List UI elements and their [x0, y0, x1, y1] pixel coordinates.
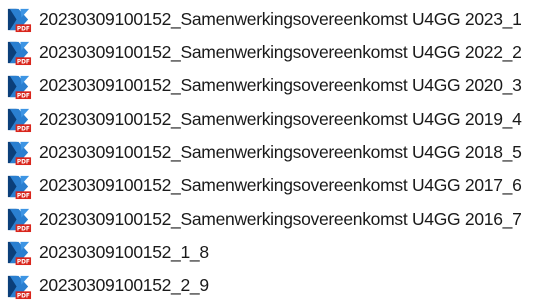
- kofax-pdf-file-icon: [5, 273, 32, 300]
- file-item[interactable]: 20230309100152_2_9: [5, 269, 552, 302]
- file-name: 20230309100152_Samenwerkingsovereenkomst…: [39, 142, 522, 163]
- kofax-pdf-file-icon: [5, 139, 32, 166]
- kofax-pdf-file-icon: [5, 39, 32, 66]
- kofax-pdf-file-icon: [5, 73, 32, 100]
- file-item[interactable]: 20230309100152_Samenwerkingsovereenkomst…: [5, 36, 552, 69]
- file-item[interactable]: 20230309100152_Samenwerkingsovereenkomst…: [5, 3, 552, 36]
- kofax-pdf-file-icon: [5, 6, 32, 33]
- kofax-pdf-file-icon: [5, 173, 32, 200]
- file-item[interactable]: 20230309100152_1_8: [5, 236, 552, 269]
- file-item[interactable]: 20230309100152_Samenwerkingsovereenkomst…: [5, 203, 552, 236]
- file-name: 20230309100152_Samenwerkingsovereenkomst…: [39, 108, 522, 129]
- kofax-pdf-file-icon: [5, 106, 32, 133]
- file-name: 20230309100152_Samenwerkingsovereenkomst…: [39, 75, 522, 96]
- file-name: 20230309100152_Samenwerkingsovereenkomst…: [39, 208, 522, 229]
- file-name: 20230309100152_2_9: [39, 275, 209, 296]
- file-item[interactable]: 20230309100152_Samenwerkingsovereenkomst…: [5, 169, 552, 202]
- file-item[interactable]: 20230309100152_Samenwerkingsovereenkomst…: [5, 70, 552, 103]
- kofax-pdf-file-icon: [5, 239, 32, 266]
- file-name: 20230309100152_Samenwerkingsovereenkomst…: [39, 8, 522, 29]
- kofax-pdf-file-icon: [5, 206, 32, 233]
- file-name: 20230309100152_1_8: [39, 241, 209, 262]
- file-name: 20230309100152_Samenwerkingsovereenkomst…: [39, 175, 522, 196]
- file-list: 20230309100152_Samenwerkingsovereenkomst…: [0, 0, 552, 303]
- file-item[interactable]: 20230309100152_Samenwerkingsovereenkomst…: [5, 103, 552, 136]
- file-name: 20230309100152_Samenwerkingsovereenkomst…: [39, 42, 522, 63]
- file-item[interactable]: 20230309100152_Samenwerkingsovereenkomst…: [5, 136, 552, 169]
